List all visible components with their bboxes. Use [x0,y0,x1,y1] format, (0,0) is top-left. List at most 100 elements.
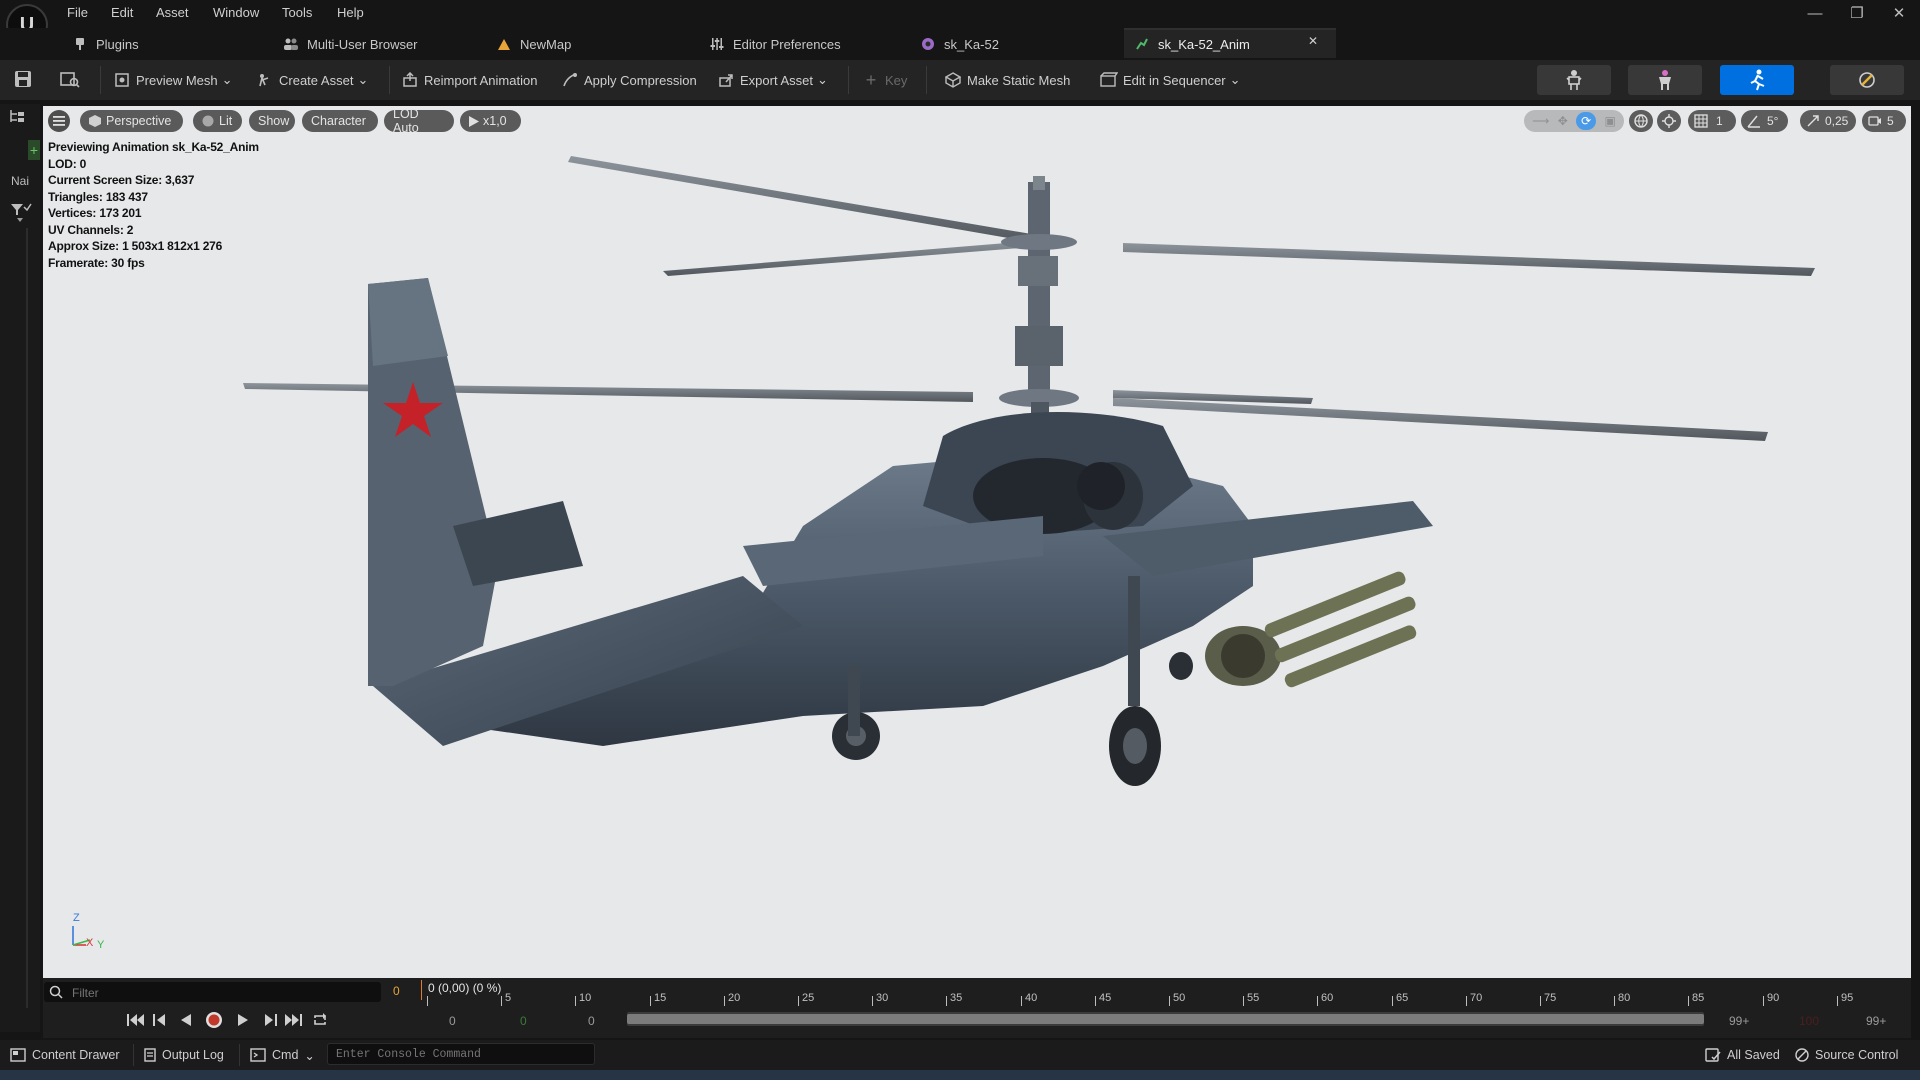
rotation-snap-button[interactable]: 5° [1741,110,1788,132]
character-button[interactable]: Character [302,110,378,132]
apply-compression-button[interactable]: Apply Compression [561,65,697,95]
tab-sk-ka-52[interactable]: sk_Ka-52 [920,30,999,58]
console-command-input[interactable] [327,1043,595,1065]
content-drawer-button[interactable]: Content Drawer [10,1046,120,1064]
tab-newmap[interactable]: NewMap [496,30,571,58]
toolbar-separator [926,66,927,94]
tab-multi-user-browser[interactable]: Multi-User Browser [283,30,418,58]
close-icon[interactable]: ✕ [1879,4,1919,24]
range-start-value[interactable]: 0 [520,1014,527,1028]
move-icon[interactable]: ✥ [1558,114,1568,128]
key-button[interactable]: + Key [862,65,908,95]
timeline-tick [1392,996,1393,1006]
output-log-button[interactable]: Output Log [144,1046,224,1064]
world-local-button[interactable] [1629,110,1653,132]
preview-mesh-button[interactable]: Preview Mesh ⌄ [113,65,233,95]
timeline-scrollbar-track[interactable] [627,1012,1704,1026]
lod-auto-button[interactable]: LOD Auto [384,107,454,135]
physics-mode-button[interactable] [1830,65,1904,95]
lit-button[interactable]: Lit [193,110,242,132]
reimport-animation-button[interactable]: Reimport Animation [401,65,537,95]
timeline-tick [1763,996,1764,1006]
range-end-value[interactable]: 99+ [1866,1014,1886,1028]
tab-plugins[interactable]: Plugins [72,30,139,58]
step-forward-icon[interactable] [260,1010,280,1030]
skeleton-tree-icon[interactable] [9,108,27,124]
info-line: Previewing Animation sk_Ka-52_Anim [48,140,259,154]
timeline-scrollbar-thumb[interactable] [627,1014,1704,1024]
jump-to-end-icon[interactable] [283,1010,303,1030]
create-asset-icon [256,71,274,89]
playback-speed-button[interactable]: x1,0 [460,110,521,132]
source-control-button[interactable]: Source Control [1795,1046,1898,1064]
select-icon[interactable]: ⟶ [1532,114,1549,128]
menu-file[interactable]: File [67,3,88,23]
play-reverse-icon[interactable] [176,1010,196,1030]
camera-speed-value: 5 [1887,114,1894,128]
range-end-value[interactable]: 100 [1799,1014,1819,1028]
show-button[interactable]: Show [249,110,295,132]
create-asset-button[interactable]: Create Asset ⌄ [256,65,368,95]
viewport-menu-button[interactable] [48,110,70,132]
perspective-button[interactable]: Perspective [80,110,183,132]
reimport-icon [401,71,419,89]
tree-line [26,228,28,1008]
scale-snap-button[interactable]: 0,25 [1800,110,1856,132]
make-static-mesh-button[interactable]: Make Static Mesh [944,65,1070,95]
play-icon [469,115,479,127]
range-end-value[interactable]: 99+ [1729,1014,1749,1028]
jump-to-start-icon[interactable] [126,1010,146,1030]
taskbar-strip [0,1070,1920,1080]
menu-window[interactable]: Window [213,3,259,23]
restore-icon[interactable]: ❐ [1837,4,1877,24]
chevron-down-icon: ⌄ [816,72,828,87]
menu-help[interactable]: Help [337,3,364,23]
filter-input[interactable] [70,982,374,1004]
rotate-icon[interactable]: ⟳ [1576,112,1597,130]
camera-icon [1868,115,1882,127]
timeline-tick [724,996,725,1006]
browse-icon[interactable] [60,70,80,88]
users-icon [283,36,299,52]
surface-snap-button[interactable] [1657,110,1681,132]
left-panel-strip [0,104,40,1032]
tab-editor-preferences[interactable]: Editor Preferences [709,30,841,58]
plug-icon [72,36,88,52]
range-start-value[interactable]: 0 [588,1014,595,1028]
mesh-mode-button[interactable] [1628,65,1702,95]
range-start-value[interactable]: 0 [449,1014,456,1028]
menu-asset[interactable]: Asset [156,3,189,23]
all-saved-button[interactable]: All Saved [1705,1046,1780,1064]
filter-icon[interactable] [9,202,33,228]
step-back-icon[interactable] [150,1010,170,1030]
loop-icon[interactable] [310,1010,330,1030]
axis-x-label: X [86,937,94,949]
source-control-label: Source Control [1815,1048,1899,1062]
playhead-marker[interactable] [421,980,422,1000]
animation-mode-button[interactable] [1720,65,1794,95]
mesh-icon [113,71,131,89]
minimize-icon[interactable]: — [1795,4,1835,24]
tab-close-icon[interactable]: ✕ [1308,34,1318,48]
tab-label: Editor Preferences [733,36,841,52]
edit-in-sequencer-label: Edit in Sequencer [1123,72,1226,88]
menu-tools[interactable]: Tools [282,3,312,23]
scale-icon[interactable]: ▣ [1604,114,1615,128]
info-line: Current Screen Size: 3,637 [48,173,195,187]
axis-y-label: Y [97,939,105,951]
add-icon[interactable]: + [28,140,40,160]
grid-snap-button[interactable]: 1 [1688,110,1736,132]
helicopter-model [243,156,1815,786]
save-icon[interactable] [14,70,32,88]
export-asset-button[interactable]: Export Asset ⌄ [717,65,828,95]
record-button[interactable] [204,1010,224,1030]
play-icon[interactable] [233,1010,253,1030]
edit-in-sequencer-button[interactable]: Edit in Sequencer ⌄ [1100,65,1241,95]
menu-edit[interactable]: Edit [111,3,133,23]
camera-speed-button[interactable]: 5 [1862,110,1906,132]
viewport[interactable] [43,106,1911,978]
cmd-dropdown[interactable]: Cmd ⌄ [250,1046,315,1064]
info-line: Framerate: 30 fps [48,256,145,270]
tab-sk-ka-52-anim[interactable]: sk_Ka-52_Anim [1134,30,1250,58]
skeleton-mode-button[interactable] [1537,65,1611,95]
